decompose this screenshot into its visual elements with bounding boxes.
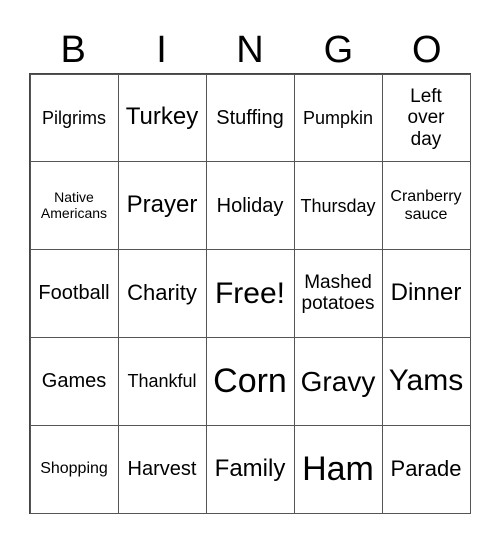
bingo-cell[interactable]: Football <box>29 249 119 338</box>
header-letter-i: I <box>156 29 167 71</box>
bingo-header: B I N G O <box>29 26 471 74</box>
bingo-cell[interactable]: Mashed potatoes <box>293 249 383 338</box>
bingo-cell[interactable]: Dinner <box>381 249 471 338</box>
bingo-cell[interactable]: Parade <box>381 424 471 514</box>
header-letter-o: O <box>411 29 442 71</box>
bingo-cell[interactable]: Harvest <box>117 424 207 514</box>
bingo-cell[interactable]: Turkey <box>117 73 207 163</box>
bingo-cell[interactable]: Stuffing <box>205 73 295 163</box>
bingo-cell[interactable]: Gravy <box>293 336 383 426</box>
bingo-cell[interactable]: Games <box>29 336 119 426</box>
bingo-cell[interactable]: Pumpkin <box>293 73 383 163</box>
bingo-cell[interactable]: Family <box>205 424 295 514</box>
bingo-cell[interactable]: Yams <box>381 336 471 426</box>
bingo-cell[interactable]: Shopping <box>29 424 119 514</box>
bingo-cell[interactable]: Native Americans <box>29 161 119 251</box>
bingo-cell[interactable]: Thankful <box>117 336 207 426</box>
bingo-cell[interactable]: Left over day <box>381 73 471 163</box>
bingo-cell[interactable]: Corn <box>205 336 295 426</box>
bingo-card-grid: Pilgrims Turkey Stuffing Pumpkin Left ov… <box>29 73 471 514</box>
bingo-cell[interactable]: Cranberry sauce <box>381 161 471 251</box>
header-letter-b: B <box>60 29 86 71</box>
bingo-cell[interactable]: Prayer <box>117 161 207 251</box>
bingo-cell[interactable]: Charity <box>117 249 207 338</box>
bingo-cell[interactable]: Holiday <box>205 161 295 251</box>
bingo-cell[interactable]: Pilgrims <box>29 73 119 163</box>
bingo-cell[interactable]: Thursday <box>293 161 383 251</box>
header-letter-n: N <box>236 29 264 71</box>
bingo-cell-free-space[interactable]: Free! <box>205 249 295 338</box>
bingo-cell[interactable]: Ham <box>293 424 383 514</box>
header-letter-g: G <box>323 29 354 71</box>
